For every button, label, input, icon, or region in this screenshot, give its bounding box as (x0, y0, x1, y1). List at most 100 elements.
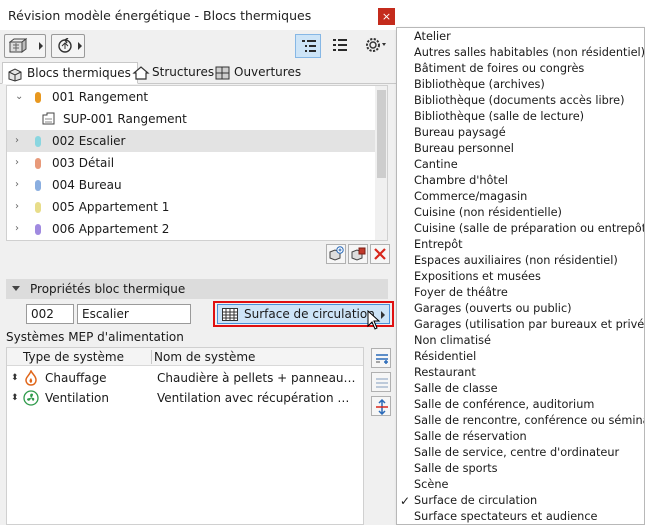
checkmark-icon: ✓ (400, 494, 411, 508)
tree-scrollbar[interactable] (375, 86, 387, 240)
menu-item[interactable]: Autres salles habitables (non résidentie… (397, 45, 644, 61)
tree-view-toggle[interactable] (295, 34, 321, 58)
menu-item[interactable]: Non climatisé (397, 333, 644, 349)
menu-item[interactable]: Restaurant (397, 365, 644, 381)
properties-section-header[interactable]: Propriétés bloc thermique (6, 279, 388, 299)
menu-item[interactable]: Bibliothèque (salle de lecture) (397, 109, 644, 125)
menu-item[interactable]: Cuisine (non résidentielle) (397, 205, 644, 221)
tree-row[interactable]: ⌄ 001 Rangement (7, 86, 375, 108)
menu-item[interactable]: Salle de classe (397, 381, 644, 397)
menu-item-label: Cuisine (non résidentielle) (414, 206, 562, 219)
chevron-right-icon[interactable]: › (15, 196, 19, 218)
menu-item[interactable]: Cuisine (salle de préparation ou entrepô… (397, 221, 644, 237)
sort-icon (376, 399, 388, 415)
menu-item[interactable]: Salle de réservation (397, 429, 644, 445)
close-button[interactable]: × (378, 8, 395, 25)
menu-item[interactable]: Commerce/magasin (397, 189, 644, 205)
remove-system-button[interactable] (371, 372, 391, 392)
color-swatch (35, 158, 41, 169)
operation-profile-button[interactable]: Surface de circulation (217, 304, 390, 324)
toolbar (0, 30, 400, 60)
menu-item[interactable]: Salle de rencontre, conférence ou sémina… (397, 413, 644, 429)
sort-systems-button[interactable] (371, 396, 391, 416)
block-name-field[interactable]: Escalier (77, 304, 191, 324)
menu-item[interactable]: Résidentiel (397, 349, 644, 365)
menu-item-label: Bâtiment de foires ou congrès (414, 62, 585, 75)
table-grid-icon (222, 308, 238, 321)
color-swatch (35, 224, 41, 235)
tree-row[interactable]: › 004 Bureau (7, 174, 375, 196)
menu-item[interactable]: Foyer de théâtre (397, 285, 644, 301)
menu-item[interactable]: Salle de sports (397, 461, 644, 477)
menu-item[interactable]: Espaces auxiliaires (non résidentiel) (397, 253, 644, 269)
tab-thermal-blocks[interactable]: Blocs thermiques (2, 62, 138, 84)
model-view-button[interactable] (4, 34, 46, 58)
table-row[interactable]: ⬍ Ventilation Ventilation avec récupérat… (7, 388, 363, 408)
menu-item[interactable]: Expositions et musées (397, 269, 644, 285)
zone-icon (42, 112, 55, 125)
menu-item[interactable]: Bibliothèque (archives) (397, 77, 644, 93)
list-view-toggle[interactable] (327, 34, 353, 58)
chevron-right-icon[interactable]: › (15, 174, 19, 196)
menu-item[interactable]: Garages (utilisation par bureaux et priv… (397, 317, 644, 333)
tree-row-label: 003 Détail (52, 156, 115, 170)
system-name: Ventilation avec récupération de ch... (157, 391, 357, 405)
menu-item-label: Surface spectateurs et audience (414, 510, 598, 523)
tab-openings[interactable]: Ouvertures (210, 62, 307, 84)
tree-row[interactable]: › 003 Détail (7, 152, 375, 174)
tree-row[interactable]: › 002 Escalier (7, 130, 375, 152)
tab-structures[interactable]: Structures (128, 62, 220, 84)
chevron-down-icon[interactable]: ⌄ (15, 86, 23, 108)
menu-item[interactable]: Bureau paysagé (397, 125, 644, 141)
menu-item-label: Bibliothèque (archives) (414, 78, 545, 91)
assign-block-button[interactable] (348, 244, 368, 264)
menu-item[interactable]: Atelier (397, 29, 644, 45)
mep-systems-table[interactable]: Type de système Nom de système ⬍ Chauffa… (6, 347, 364, 525)
menu-item-label: Chambre d'hôtel (414, 174, 508, 187)
menu-item[interactable]: Bâtiment de foires ou congrès (397, 61, 644, 77)
cube-icon (9, 38, 27, 53)
table-row[interactable]: ⬍ Chauffage Chaudière à pellets + pannea… (7, 368, 363, 388)
new-block-button[interactable] (326, 244, 346, 264)
scrollbar-thumb[interactable] (377, 90, 386, 178)
operation-profile-menu[interactable]: Atelier Autres salles habitables (non rés… (396, 27, 645, 525)
block-id-field[interactable]: 002 (26, 304, 74, 324)
menu-item-label: Bureau personnel (414, 142, 514, 155)
chevron-right-icon[interactable]: › (15, 218, 19, 240)
chevron-right-icon[interactable]: › (15, 130, 19, 152)
thermal-block-tree[interactable]: ⌄ 001 Rangement SUP-001 Rangement › 002 … (6, 85, 388, 241)
column-header[interactable]: Nom de système (154, 348, 255, 366)
menu-item[interactable]: Bibliothèque (documents accès libre) (397, 93, 644, 109)
reorder-grip-icon[interactable]: ⬍ (11, 368, 19, 388)
menu-item[interactable]: Chambre d'hôtel (397, 173, 644, 189)
reorder-grip-icon[interactable]: ⬍ (11, 388, 19, 408)
delete-block-button[interactable] (370, 244, 390, 264)
tree-row[interactable]: › 005 Appartement 1 (7, 196, 375, 218)
menu-item[interactable]: Cantine (397, 157, 644, 173)
chevron-right-icon[interactable]: › (15, 152, 19, 174)
mep-systems-label: Systèmes MEP d'alimentation (6, 330, 184, 344)
menu-item[interactable]: Scène (397, 477, 644, 493)
menu-item-label: Salle de service, centre d'ordinateur (414, 446, 620, 459)
menu-item[interactable]: Bureau personnel (397, 141, 644, 157)
menu-item[interactable]: Entrepôt (397, 237, 644, 253)
tab-label: Structures (152, 65, 215, 79)
tab-bar: Blocs thermiques Structures Ouvertures (0, 60, 400, 84)
menu-item[interactable]: Salle de conférence, auditorium (397, 397, 644, 413)
tree-row[interactable]: SUP-001 Rangement (7, 108, 375, 130)
tree-list-icon (302, 40, 316, 52)
collapse-triangle-icon[interactable] (12, 286, 20, 291)
menu-item[interactable]: Salle de service, centre d'ordinateur (397, 445, 644, 461)
menu-item[interactable]: Garages (ouverts ou public) (397, 301, 644, 317)
refresh-button[interactable] (51, 34, 85, 58)
settings-button[interactable] (362, 34, 392, 58)
menu-item-label: Entrepôt (414, 238, 463, 251)
menu-item[interactable]: Surface spectateurs et audience (397, 509, 644, 525)
column-header[interactable]: Type de système (23, 348, 124, 366)
menu-item[interactable]: ✓ Surface de circulation (397, 493, 644, 509)
title-bar: Révision modèle énergétique - Blocs ther… (0, 0, 400, 30)
add-system-button[interactable] (371, 348, 391, 368)
menu-item-label: Garages (ouverts ou public) (414, 302, 572, 315)
tree-row[interactable]: › 006 Appartement 2 (7, 218, 375, 240)
system-type: Chauffage (45, 371, 107, 385)
